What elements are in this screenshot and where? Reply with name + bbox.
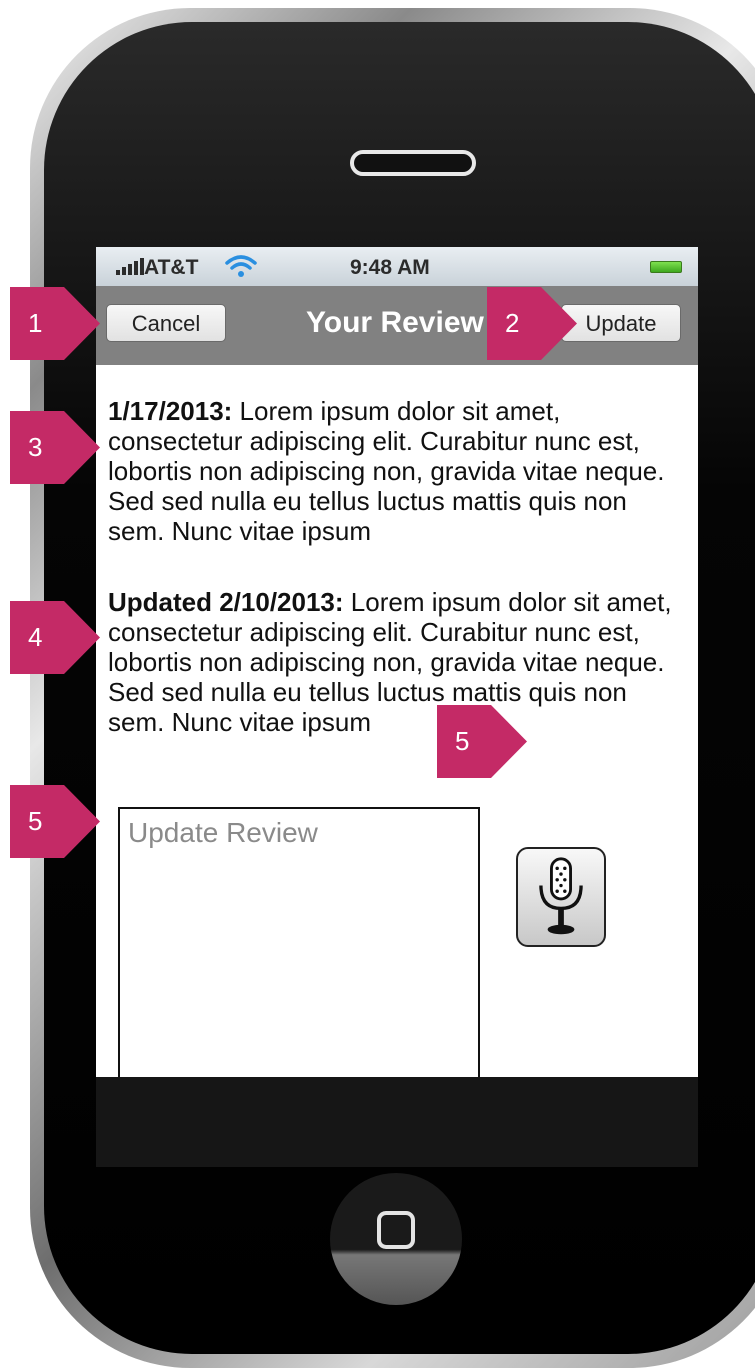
- review-date: 1/17/2013:: [108, 396, 233, 426]
- bottom-bezel: [96, 1077, 698, 1167]
- update-review-input[interactable]: [120, 809, 478, 1077]
- cancel-button[interactable]: Cancel: [106, 304, 226, 342]
- microphone-icon: [539, 857, 583, 935]
- update-button[interactable]: Update: [561, 304, 681, 342]
- voice-input-button[interactable]: [516, 847, 606, 947]
- page-title: Your Review: [306, 306, 484, 339]
- navigation-bar: Cancel Your Review Update: [96, 286, 698, 365]
- update-review-box: [118, 807, 480, 1077]
- updated-review: Updated 2/10/2013: Lorem ipsum dolor sit…: [108, 587, 688, 737]
- status-bar: AT&T 9:48 AM: [96, 247, 698, 286]
- home-button[interactable]: [330, 1173, 462, 1305]
- review-date: Updated 2/10/2013:: [108, 587, 344, 617]
- battery-icon: [650, 261, 682, 273]
- wifi-icon: [225, 255, 257, 277]
- carrier-name: AT&T: [144, 256, 199, 279]
- phone-screen: AT&T 9:48 AM Cancel Your Review Update 1…: [96, 247, 698, 1077]
- signal-strength-icon: [116, 257, 144, 277]
- original-review: 1/17/2013: Lorem ipsum dolor sit amet, c…: [108, 396, 688, 546]
- status-time: 9:48 AM: [350, 256, 430, 279]
- earpiece-speaker: [350, 150, 476, 176]
- home-square-icon: [377, 1211, 415, 1249]
